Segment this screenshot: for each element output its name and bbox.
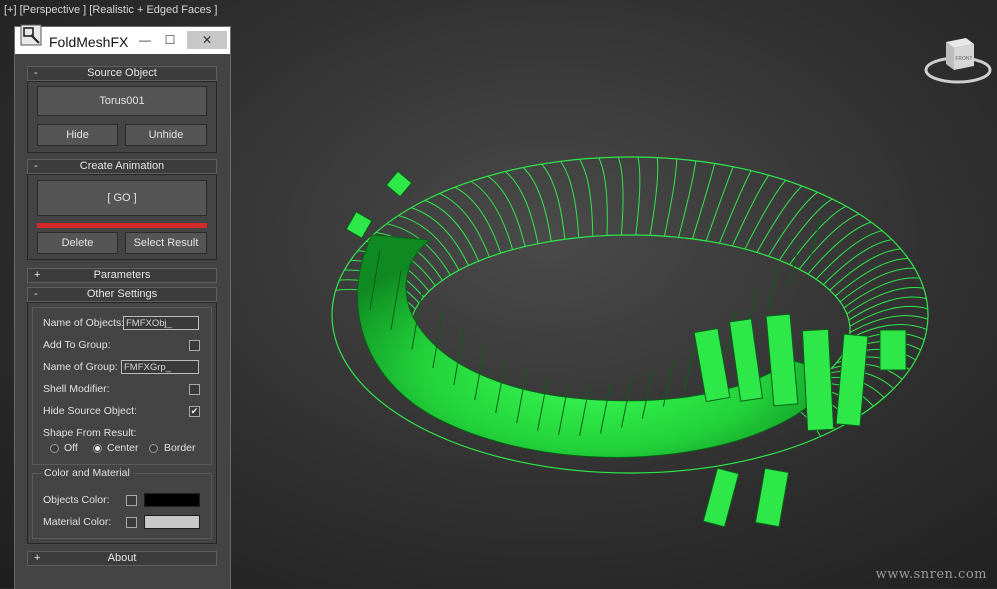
shape-center-radio[interactable] (93, 444, 102, 453)
window-titlebar[interactable]: FoldMeshFX — ☐ ✕ (15, 24, 230, 54)
name-of-group-label: Name of Group: (43, 361, 118, 373)
rollout-about[interactable]: + About (27, 551, 217, 566)
wireframe-edge (439, 193, 490, 258)
objects-color-checkbox[interactable] (126, 495, 137, 506)
fold-flap (702, 467, 740, 528)
shell-modifier-label: Shell Modifier: (43, 383, 110, 395)
rollout-parameters[interactable]: + Parameters (27, 268, 217, 283)
shape-center-label: Center (107, 442, 139, 454)
wireframe-edge (579, 159, 594, 237)
segment-line (809, 219, 821, 261)
wireframe-edge (663, 158, 678, 237)
wireframe-edge (454, 186, 502, 254)
collapse-icon: - (34, 67, 38, 79)
rollout-title: Source Object (87, 67, 157, 79)
source-object-body: Torus001 Hide Unhide (27, 81, 217, 153)
unhide-button[interactable]: Unhide (125, 124, 207, 146)
wireframe-edge (756, 185, 803, 253)
material-color-swatch[interactable] (144, 515, 200, 529)
hide-source-object-label: Hide Source Object: (43, 405, 137, 417)
hide-source-object-checkbox[interactable]: ✔ (189, 406, 200, 417)
objects-color-label: Objects Color: (43, 494, 110, 506)
expand-icon: + (34, 552, 41, 564)
objects-color-swatch[interactable] (144, 493, 200, 507)
wireframe-edge (411, 207, 469, 266)
fold-flap (879, 329, 907, 371)
shape-off-label: Off (64, 442, 78, 454)
wireframe-edge (487, 175, 526, 247)
viewcube[interactable]: FRONT (922, 30, 994, 92)
rollout-source-object[interactable]: - Source Object (27, 66, 217, 81)
progress-fill (37, 223, 207, 228)
wireframe-edge (541, 163, 566, 240)
maximize-button[interactable]: ☐ (160, 31, 180, 49)
hide-button[interactable]: Hide (37, 124, 118, 146)
color-material-title: Color and Material (41, 467, 133, 479)
close-button[interactable]: ✕ (187, 31, 227, 49)
shape-border-radio[interactable] (149, 444, 158, 453)
name-of-group-input[interactable]: FMFXGrp_ (121, 360, 199, 374)
other-settings-body: Name of Objects: FMFXObj_ Add To Group: … (27, 302, 217, 544)
collapse-icon: - (34, 160, 38, 172)
rollout-title: About (107, 552, 137, 564)
rollout-create-animation[interactable]: - Create Animation (27, 159, 217, 174)
segment-line (767, 266, 779, 310)
delete-button[interactable]: Delete (37, 232, 118, 254)
wireframe-edge (719, 170, 752, 244)
add-to-group-label: Add To Group: (43, 339, 111, 351)
shape-off-radio[interactable] (50, 444, 59, 453)
progress-bar (37, 223, 207, 228)
fold-flap (835, 333, 869, 427)
shape-border-label: Border (164, 442, 196, 454)
watermark: www.snren.com (875, 567, 987, 582)
shape-from-result-label: Shape From Result: (43, 427, 137, 439)
rollout-other-settings[interactable]: - Other Settings (27, 287, 217, 302)
wireframe-edge (768, 191, 818, 257)
search-window-icon (20, 24, 42, 46)
fold-flap (693, 327, 731, 403)
wireframe-edge (598, 157, 608, 236)
source-object-button[interactable]: Torus001 (37, 86, 207, 116)
segment-line (683, 345, 695, 392)
go-button[interactable]: [ GO ] (37, 180, 207, 216)
wireframe-edge (848, 296, 927, 321)
torus-solid-part (356, 234, 831, 458)
wireframe-edge (678, 160, 697, 238)
wireframe-edge (731, 174, 770, 247)
expand-icon: + (34, 269, 41, 281)
segment-line (788, 243, 800, 285)
wireframe-edge (649, 157, 659, 236)
create-animation-body: [ GO ] Delete Select Result (27, 174, 217, 260)
minimize-button[interactable]: — (135, 31, 155, 49)
name-of-objects-input[interactable]: FMFXObj_ (123, 316, 199, 330)
fold-flap (801, 328, 835, 432)
foldmeshfx-panel: FoldMeshFX — ☐ ✕ - Source Object Torus00… (14, 24, 231, 589)
name-of-objects-label: Name of Objects: (43, 317, 125, 329)
wireframe-edge (635, 156, 641, 236)
window-title: FoldMeshFX (49, 34, 129, 50)
rollout-title: Parameters (93, 269, 151, 281)
wireframe-edge (778, 198, 833, 261)
add-to-group-checkbox[interactable] (189, 340, 200, 351)
material-color-checkbox[interactable] (126, 517, 137, 528)
fold-flap (754, 467, 790, 528)
collapse-icon: - (34, 288, 38, 300)
wireframe-edge (470, 180, 514, 250)
wireframe-edge (617, 156, 624, 236)
rollout-title: Create Animation (79, 160, 165, 172)
shell-modifier-checkbox[interactable] (189, 384, 200, 395)
fold-flap (385, 170, 413, 198)
viewcube-face-label: FRONT (955, 56, 972, 62)
material-color-label: Material Color: (43, 516, 112, 528)
select-result-button[interactable]: Select Result (125, 232, 207, 254)
wireframe-edge (789, 205, 847, 265)
rollout-title: Other Settings (86, 288, 158, 300)
fold-flap (345, 211, 373, 239)
